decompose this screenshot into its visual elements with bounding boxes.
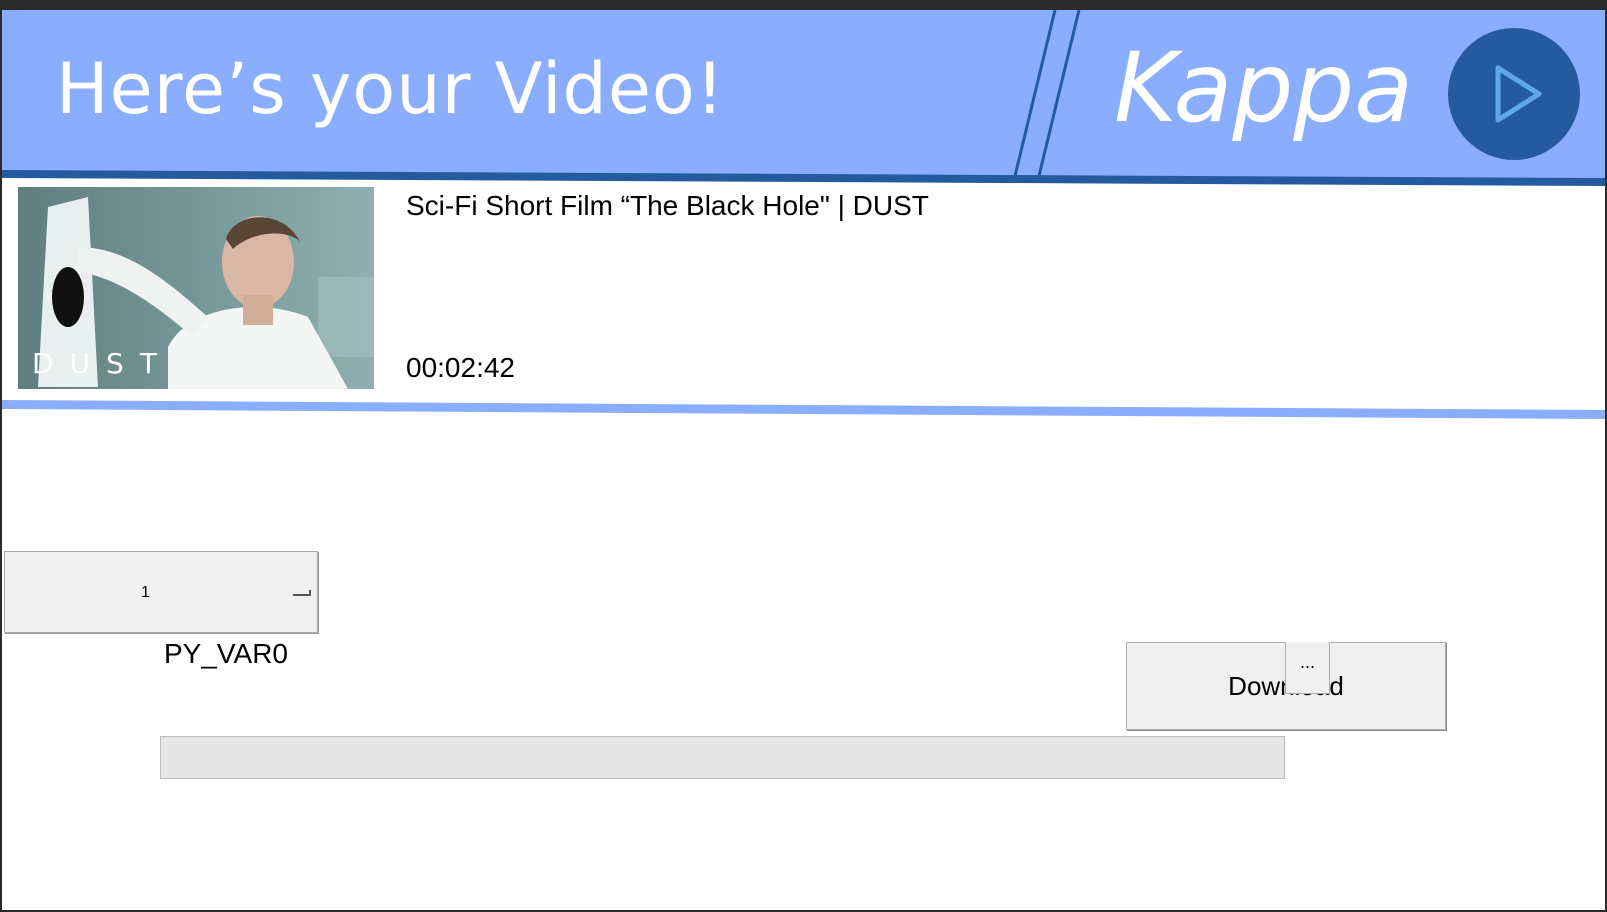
app-window: Here’s your Video! Kappa DUST Sci-Fi Sho… [2,10,1605,910]
video-duration: 00:02:42 [406,352,515,383]
brand-logo-text: Kappa [1114,32,1414,144]
thumbnail-watermark: DUST [32,347,173,380]
quality-select[interactable]: 1 [4,551,318,633]
play-icon [1448,28,1580,160]
download-progress-bar [160,736,1285,779]
dropdown-indicator-icon [293,590,311,596]
browse-button[interactable]: ... [1285,642,1330,694]
section-divider [2,400,1605,419]
status-label: PY_VAR0 [164,638,288,669]
video-title: Sci-Fi Short Film “The Black Hole" | DUS… [406,190,929,221]
quality-value: 1 [141,584,150,601]
header-banner: Here’s your Video! Kappa [2,10,1605,200]
video-thumbnail: DUST [18,187,374,389]
page-title: Here’s your Video! [56,48,725,130]
